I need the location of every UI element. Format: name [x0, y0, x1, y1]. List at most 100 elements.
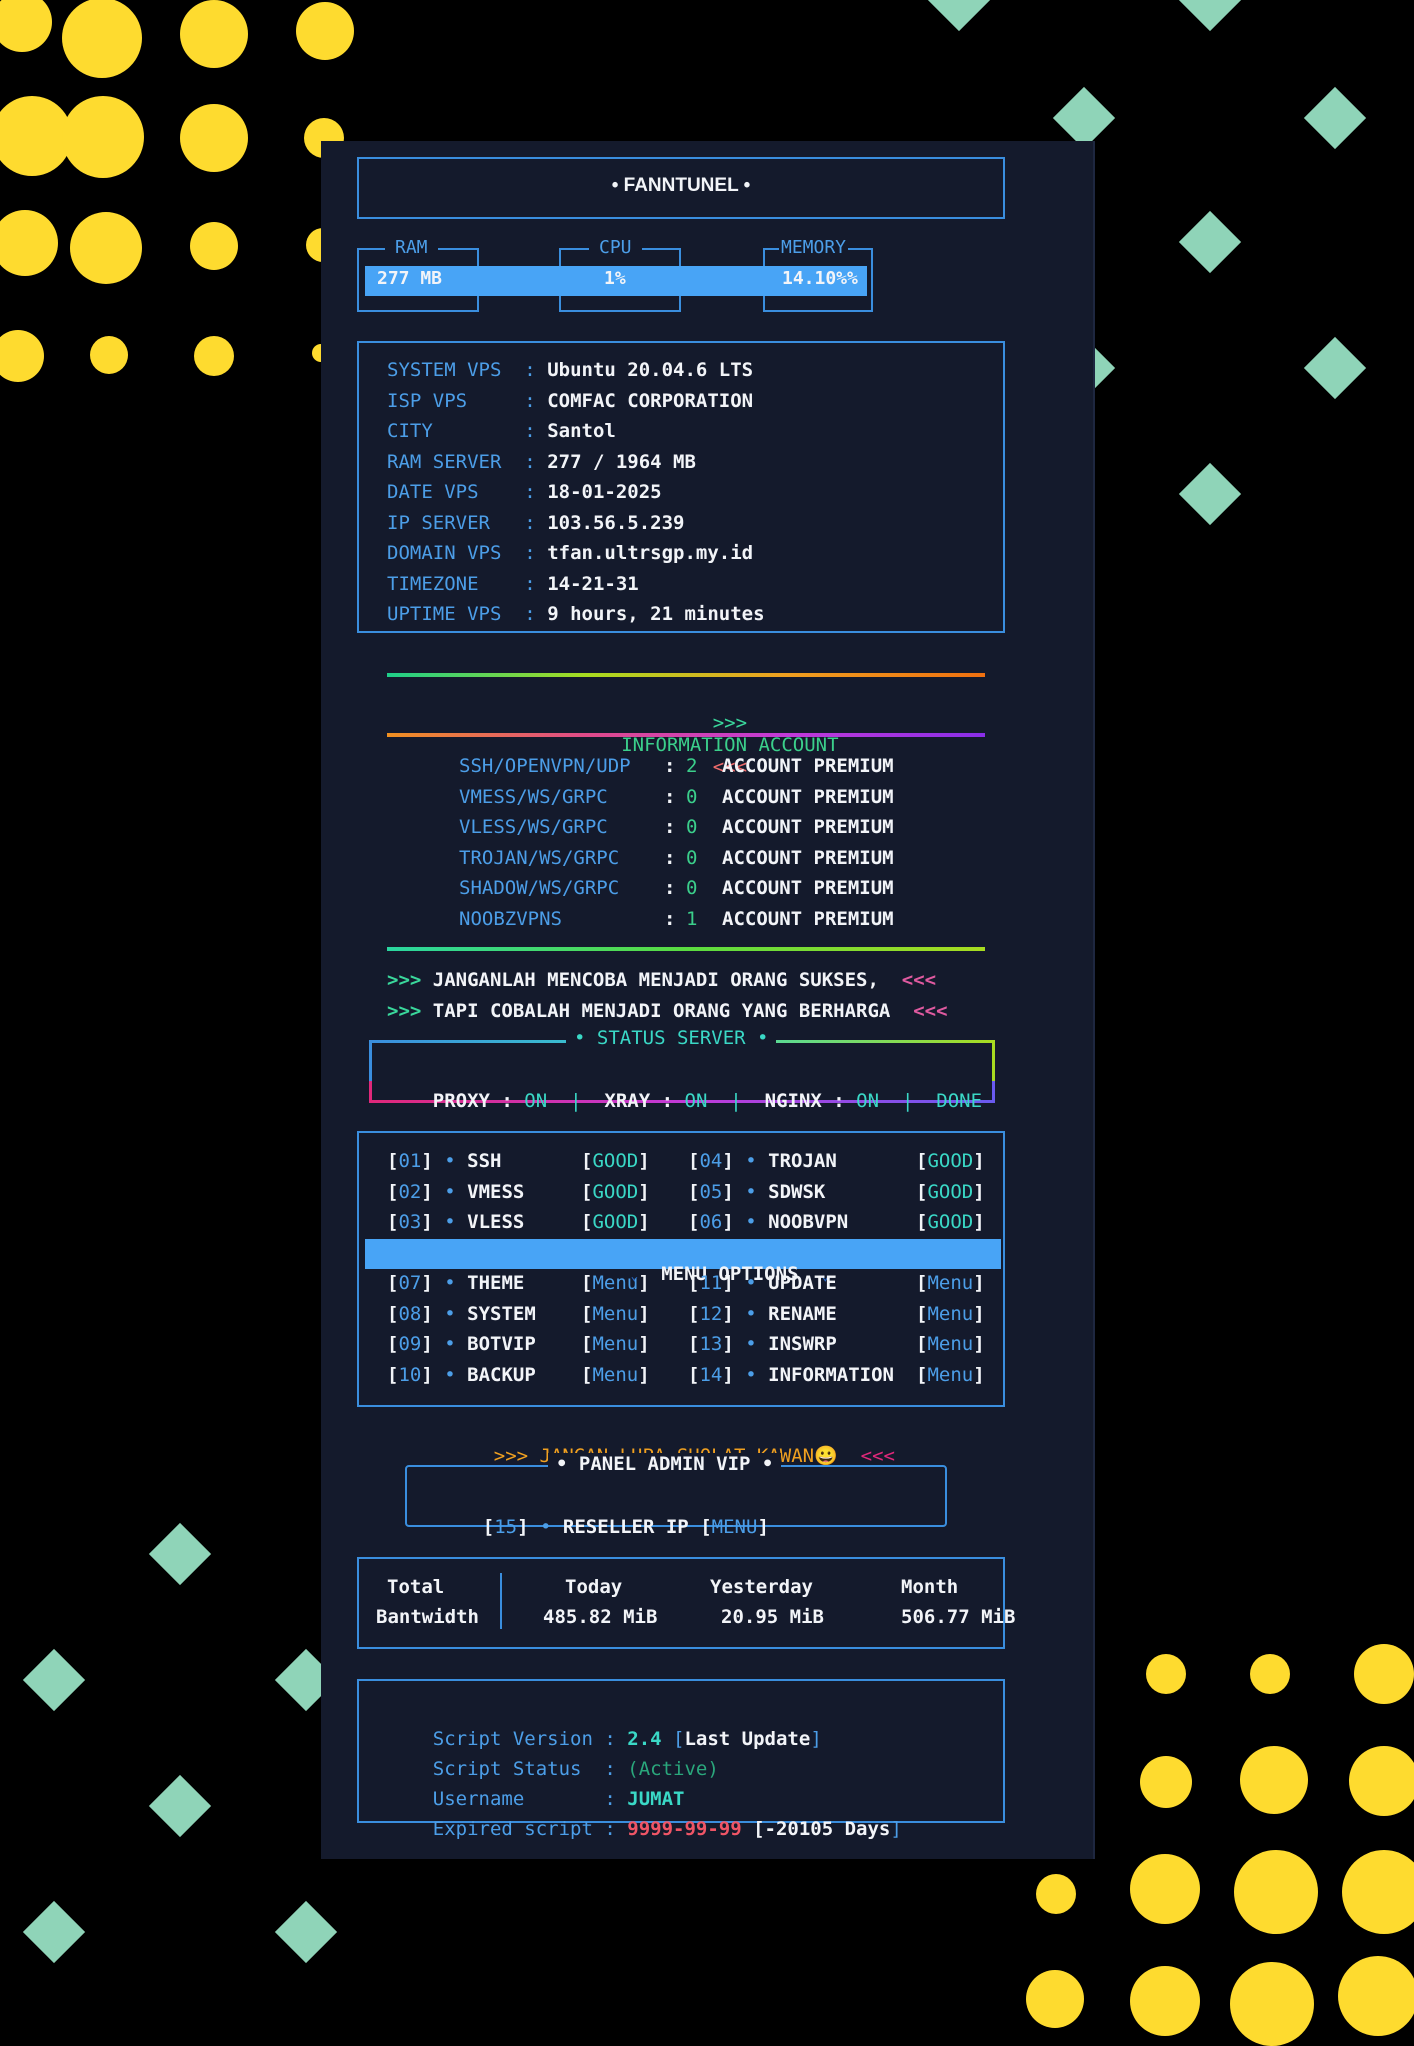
menu-item[interactable]: [13] • INSWRP: [688, 1329, 837, 1359]
account-name: NOOBZVPNS: [459, 907, 562, 930]
decor-dot: [62, 96, 144, 178]
bracket: [: [581, 1363, 593, 1386]
quote-line: >>> TAPI COBALAH MENJADI ORANG YANG BERH…: [387, 996, 948, 1026]
bracket: ]: [421, 1180, 433, 1203]
bracket: ]: [722, 1333, 734, 1355]
item-status-wrap: [GOOD]: [581, 1146, 650, 1176]
decor-dot: [1026, 1970, 1084, 2028]
item-number: 03: [398, 1211, 422, 1233]
item-status-wrap: [Menu]: [581, 1299, 650, 1329]
item-status: Menu: [927, 1272, 974, 1294]
item-name: SYSTEM: [467, 1302, 536, 1325]
bullet-icon: •: [444, 1272, 456, 1294]
info-label: DOMAIN VPS: [387, 542, 513, 564]
menu-item[interactable]: [05] • SDWSK: [688, 1177, 825, 1207]
info-value: 9 hours, 21 minutes: [547, 603, 765, 625]
menu-item[interactable]: [14] • INFORMATION: [688, 1360, 894, 1390]
account-name: SSH/OPENVPN/UDP: [459, 755, 631, 777]
system-info-row: SYSTEM VPS : Ubuntu 20.04.6 LTS: [387, 355, 753, 385]
item-number: 13: [699, 1333, 723, 1355]
menu-item[interactable]: [04] • TROJAN: [688, 1146, 837, 1176]
bracket: ]: [973, 1180, 985, 1203]
decor-dot: [1140, 1756, 1192, 1808]
decor-dot: [0, 330, 44, 382]
nginx-value: ON: [856, 1090, 880, 1112]
yesterday-label: Yesterday: [710, 1576, 813, 1598]
bullet-icon: •: [745, 1180, 757, 1203]
menu-item[interactable]: [03] • VLESS: [387, 1207, 524, 1237]
menu-item[interactable]: [11] • UPDATE: [688, 1268, 837, 1298]
decor-diamond: [1178, 210, 1242, 274]
bracket: ]: [722, 1272, 734, 1294]
info-value: COMFAC CORPORATION: [547, 389, 754, 412]
bracket: ]: [973, 1211, 985, 1233]
bandwidth-label-1: Total: [387, 1576, 445, 1598]
decor-diamond: [148, 1774, 212, 1838]
account-text: ACCOUNT PREMIUM: [722, 907, 894, 930]
menu-item[interactable]: [06] • NOOBVPN: [688, 1207, 848, 1237]
item-status: Menu: [592, 1272, 639, 1294]
info-value: tfan.ultrsgp.my.id: [547, 542, 754, 564]
month-label: Month: [901, 1576, 959, 1598]
xray-label: XRAY :: [604, 1090, 674, 1112]
account-text: ACCOUNT PREMIUM: [722, 816, 894, 838]
decor-dot: [1354, 1644, 1414, 1704]
today-value: 485.82 MiB: [543, 1606, 658, 1628]
bracket: ]: [638, 1363, 650, 1386]
account-separator: :: [664, 816, 676, 838]
expired-row: Expired script : 9999-99-99 [-20105 Days…: [432, 1818, 902, 1840]
menu-item[interactable]: [12] • RENAME: [688, 1299, 837, 1329]
menu-item[interactable]: [02] • VMESS: [387, 1177, 524, 1207]
decor-dot: [1342, 1850, 1414, 1934]
bracket: ]: [421, 1272, 433, 1294]
info-label: CITY: [387, 420, 513, 442]
item-number: 10: [398, 1363, 422, 1386]
info-label: IP SERVER: [387, 511, 513, 534]
bracket: ]: [722, 1302, 734, 1325]
pipe: |: [901, 1090, 914, 1112]
menu-item[interactable]: [07] • THEME: [387, 1268, 524, 1298]
bullet-icon: •: [745, 1333, 757, 1355]
decor-dot: [1234, 1850, 1318, 1934]
decor-dot: [180, 104, 248, 172]
item-status-wrap: [Menu]: [581, 1360, 650, 1390]
bracket: ]: [722, 1150, 734, 1172]
bullet-icon: •: [745, 1150, 757, 1172]
info-label: DATE VPS: [387, 481, 513, 503]
bullet-icon: •: [745, 1302, 757, 1325]
item-number: 14: [699, 1363, 723, 1386]
bracket: [: [387, 1272, 399, 1294]
divider-middle: [387, 733, 985, 737]
menu-item[interactable]: [08] • SYSTEM: [387, 1299, 536, 1329]
bracket: [: [916, 1150, 928, 1172]
item-status-wrap: [Menu]: [916, 1360, 985, 1390]
expired-label: Expired script :: [432, 1818, 616, 1840]
item-number: 08: [398, 1302, 422, 1325]
account-count: 0: [686, 846, 698, 869]
decor-diamond: [1178, 0, 1242, 32]
account-separator: :: [664, 785, 676, 808]
item-number: 09: [398, 1333, 422, 1355]
decor-dot: [1130, 1966, 1200, 2036]
decor-dot: [180, 0, 248, 68]
expired-value: 9999-99-99: [627, 1818, 742, 1840]
item-status-wrap: [Menu]: [916, 1299, 985, 1329]
cpu-value: 1%: [604, 268, 626, 289]
decor-dot: [1250, 1654, 1290, 1694]
xray-value: ON: [684, 1090, 708, 1112]
bracket: ]: [973, 1363, 985, 1386]
info-value: 277 / 1964 MB: [547, 450, 696, 473]
bracket: [: [916, 1180, 928, 1203]
quote-text: TAPI COBALAH MENJADI ORANG YANG BERHARGA: [432, 999, 891, 1022]
system-info-row: DOMAIN VPS : tfan.ultrsgp.my.id: [387, 538, 753, 568]
bracket: [: [387, 1333, 399, 1355]
today-label: Today: [565, 1576, 623, 1598]
info-label: RAM SERVER: [387, 450, 513, 473]
decor-dot: [1036, 1874, 1076, 1914]
menu-item[interactable]: [01] • SSH: [387, 1146, 501, 1176]
decor-dot: [1130, 1854, 1200, 1924]
bracket: [: [688, 1150, 700, 1172]
menu-item[interactable]: [09] • BOTVIP: [387, 1329, 536, 1359]
menu-item[interactable]: [10] • BACKUP: [387, 1360, 536, 1390]
system-info-row: ISP VPS : COMFAC CORPORATION: [387, 386, 753, 416]
